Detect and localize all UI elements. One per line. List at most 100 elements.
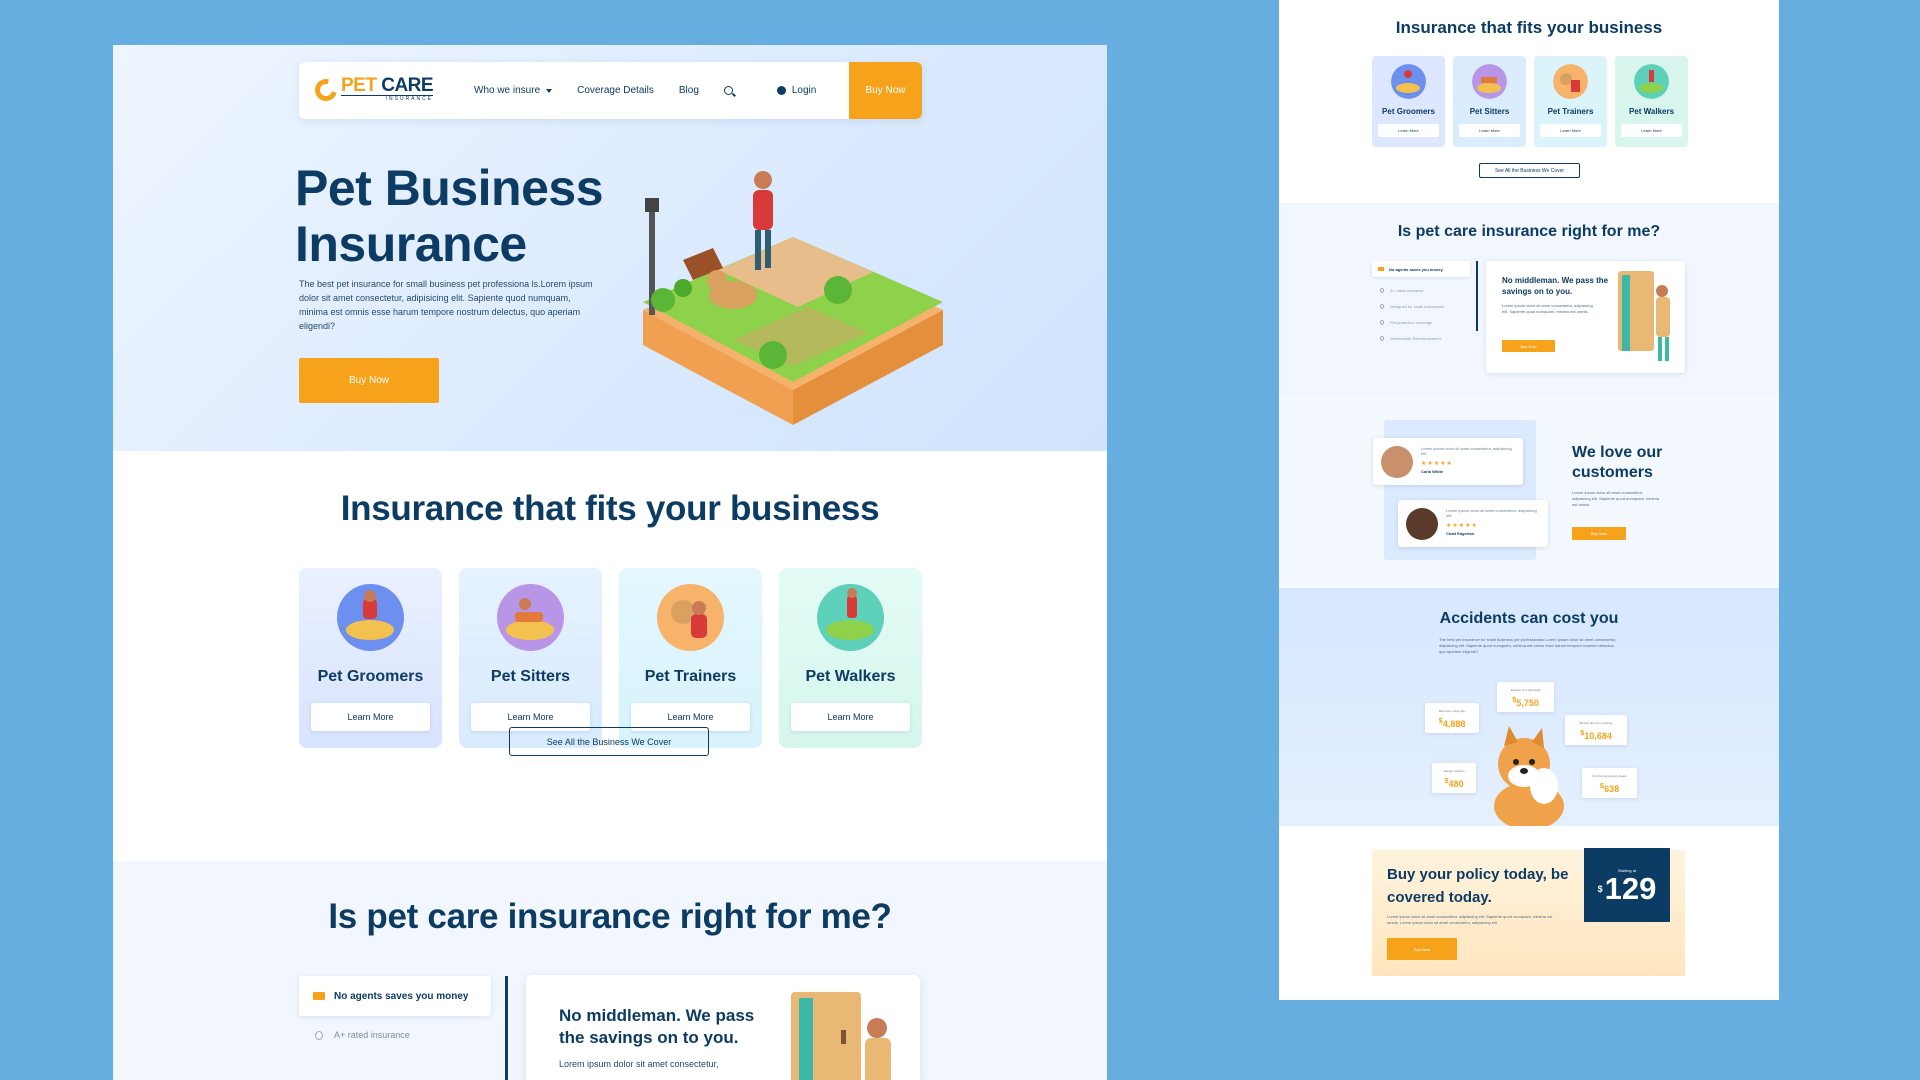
overview-tab-no-agents[interactable]: No agents saves you money: [1372, 261, 1470, 277]
overview-see-all[interactable]: See All the Business We Cover: [1479, 163, 1580, 178]
overview-card-label: Pet Walkers: [1628, 107, 1675, 116]
nav-blog[interactable]: Blog: [679, 85, 699, 96]
price-value: $129: [1584, 873, 1670, 905]
cost-value: $638: [1582, 781, 1637, 794]
overview-tab-divider: [1476, 261, 1478, 331]
card-label: Pet Groomers: [317, 668, 424, 685]
vet-icon: [1380, 336, 1384, 341]
overview-page: Insurance that fits your business Pet Gr…: [1279, 0, 1779, 1000]
sitter-illustration: [1472, 64, 1507, 99]
overview-buy-policy: Buy your policy today, be covered today.…: [1372, 848, 1685, 976]
overview-tab-small-business[interactable]: Designed for small businesses: [1372, 304, 1470, 309]
learn-more-button[interactable]: Learn More: [791, 703, 910, 731]
cost-label: Allergic reaction: [1443, 769, 1465, 773]
learn-more-button[interactable]: Learn More: [311, 703, 430, 731]
amount: 480: [1448, 779, 1464, 789]
person-door-illustration: [791, 992, 891, 1080]
accidents-title: Accidents can cost you: [1439, 610, 1619, 627]
feature-tabs: No agents saves you money A+ rated insur…: [299, 976, 491, 1040]
tab-divider: [505, 976, 508, 1080]
card-pet-trainers[interactable]: Pet Trainers Learn More: [619, 568, 762, 748]
cost-card: Escape of a client ball $5,750: [1497, 682, 1554, 712]
review-card: Lorem ipsum dolor sit amet consectetur, …: [1373, 438, 1523, 485]
overview-feature-buy[interactable]: Buy Now: [1502, 340, 1555, 352]
walker-illustration: [817, 584, 884, 651]
search-icon[interactable]: [723, 86, 733, 95]
navbar: PET CARE INSURANCE Who we insure Coverag…: [299, 62, 922, 119]
nav-who-we-insure[interactable]: Who we insure: [474, 85, 553, 96]
overview-card-label: Pet Groomers: [1382, 107, 1435, 116]
overview-feature-card: No middleman. We pass the savings on to …: [1486, 261, 1685, 373]
cost-value: $4,888: [1425, 716, 1479, 729]
cost-label: Bite from a dog day: [1438, 709, 1465, 713]
overview-right-title: Is pet care insurance right for me?: [1397, 223, 1661, 240]
customers-title: We love our customers: [1572, 444, 1663, 481]
badge-icon: [1380, 288, 1384, 293]
cost-card: Broken fine from training $10,684: [1565, 715, 1627, 745]
nav-buy-now-button[interactable]: Buy Now: [849, 62, 922, 119]
hero-text: The best pet insurance for small busines…: [299, 279, 593, 331]
overview-learn-more[interactable]: Learn More: [1540, 124, 1601, 137]
review-text: Lorem ipsum dolor sit amet consectetur, …: [1446, 508, 1537, 518]
card-label: Pet Sitters: [490, 668, 571, 685]
overview-tab-vet[interactable]: Veterinarian Reimbursement: [1372, 336, 1470, 341]
login-link[interactable]: Login: [776, 85, 816, 96]
trainer-illustration: [1553, 64, 1588, 99]
card-pet-groomers[interactable]: Pet Groomers Learn More: [299, 568, 442, 748]
reviewer-name: Chad Eagerton: [1446, 531, 1475, 536]
cost-value: $480: [1432, 776, 1476, 789]
tab-no-agents[interactable]: No agents saves you money: [299, 976, 491, 1016]
overview-learn-more[interactable]: Learn More: [1378, 124, 1439, 137]
overview-card-sitters[interactable]: Pet Sitters Learn More: [1453, 56, 1526, 147]
dog-illustration: [1494, 726, 1564, 826]
nav-coverage-details[interactable]: Coverage Details: [577, 85, 654, 96]
customers-buy-button[interactable]: Buy Now: [1572, 527, 1626, 540]
logo-pet: PET: [341, 75, 377, 96]
cost-card: Bite from a dog day $4,888: [1425, 703, 1479, 733]
overview-feature-title: No middleman. We pass the savings on to …: [1502, 276, 1609, 296]
tab-label: Designed for small businesses: [1390, 304, 1445, 309]
overview-card-label: Pet Trainers: [1547, 107, 1594, 116]
overview-cards: Pet Groomers Learn More Pet Sitters Lear…: [1372, 56, 1688, 147]
hero-section: PET CARE INSURANCE Who we insure Coverag…: [113, 45, 1107, 451]
overview-card-groomers[interactable]: Pet Groomers Learn More: [1372, 56, 1445, 147]
logo-sub: INSURANCE: [341, 95, 434, 102]
card-pet-walkers[interactable]: Pet Walkers Learn More: [779, 568, 922, 748]
star-rating: ★★★★★: [1421, 461, 1453, 467]
overview-tab-rated[interactable]: A+ rated insurance: [1372, 288, 1470, 293]
card-label: Pet Trainers: [644, 668, 737, 685]
overview-learn-more[interactable]: Learn More: [1459, 124, 1520, 137]
see-all-button[interactable]: See All the Business We Cover: [509, 727, 709, 756]
main-page: PET CARE INSURANCE Who we insure Coverag…: [113, 45, 1107, 1080]
user-icon: [776, 86, 786, 95]
overview-card-trainers[interactable]: Pet Trainers Learn More: [1534, 56, 1607, 147]
right-for-me-section: Is pet care insurance right for me? No a…: [113, 861, 1107, 1080]
sitter-illustration: [497, 584, 564, 651]
business-cards: Pet Groomers Learn More Pet Sitters Lear…: [299, 568, 922, 748]
money-icon: [1378, 267, 1384, 271]
card-pet-sitters[interactable]: Pet Sitters Learn More: [459, 568, 602, 748]
overview-customers: Lorem ipsum dolor sit amet consectetur, …: [1279, 395, 1779, 588]
cost-card: Allergic reaction $480: [1432, 763, 1476, 793]
tab-label: A+ rated insurance: [334, 1030, 410, 1040]
buy-policy-button[interactable]: Buy Now: [1387, 938, 1457, 960]
hero-buy-now-button[interactable]: Buy Now: [299, 358, 439, 403]
cost-value: $10,684: [1565, 728, 1627, 741]
reviewer-name: Carla White: [1421, 469, 1444, 474]
person-door-illustration: [1618, 271, 1670, 361]
overview-card-walkers[interactable]: Pet Walkers Learn More: [1615, 56, 1688, 147]
cost-label: Cut from grooming shears: [1592, 774, 1627, 778]
overview-accidents: Accidents can cost you The best pet insu…: [1279, 588, 1779, 826]
overview-learn-more[interactable]: Learn More: [1621, 124, 1682, 137]
money-icon: [313, 992, 325, 1000]
tab-label: A+ rated insurance: [1390, 288, 1424, 293]
overview-tab-protection[interactable]: Pet protection coverage: [1372, 320, 1470, 325]
logo[interactable]: PET CARE INSURANCE: [310, 74, 434, 106]
avatar: [1406, 508, 1438, 540]
tab-label: Veterinarian Reimbursement: [1390, 336, 1441, 341]
tab-a-plus-rated[interactable]: A+ rated insurance: [299, 1030, 491, 1040]
amount: 638: [1604, 784, 1620, 794]
hero-title: Pet Business Insurance: [295, 160, 604, 272]
price-currency: $: [1597, 884, 1603, 894]
nav-links: Who we insure Coverage Details Blog Logi…: [474, 62, 816, 119]
